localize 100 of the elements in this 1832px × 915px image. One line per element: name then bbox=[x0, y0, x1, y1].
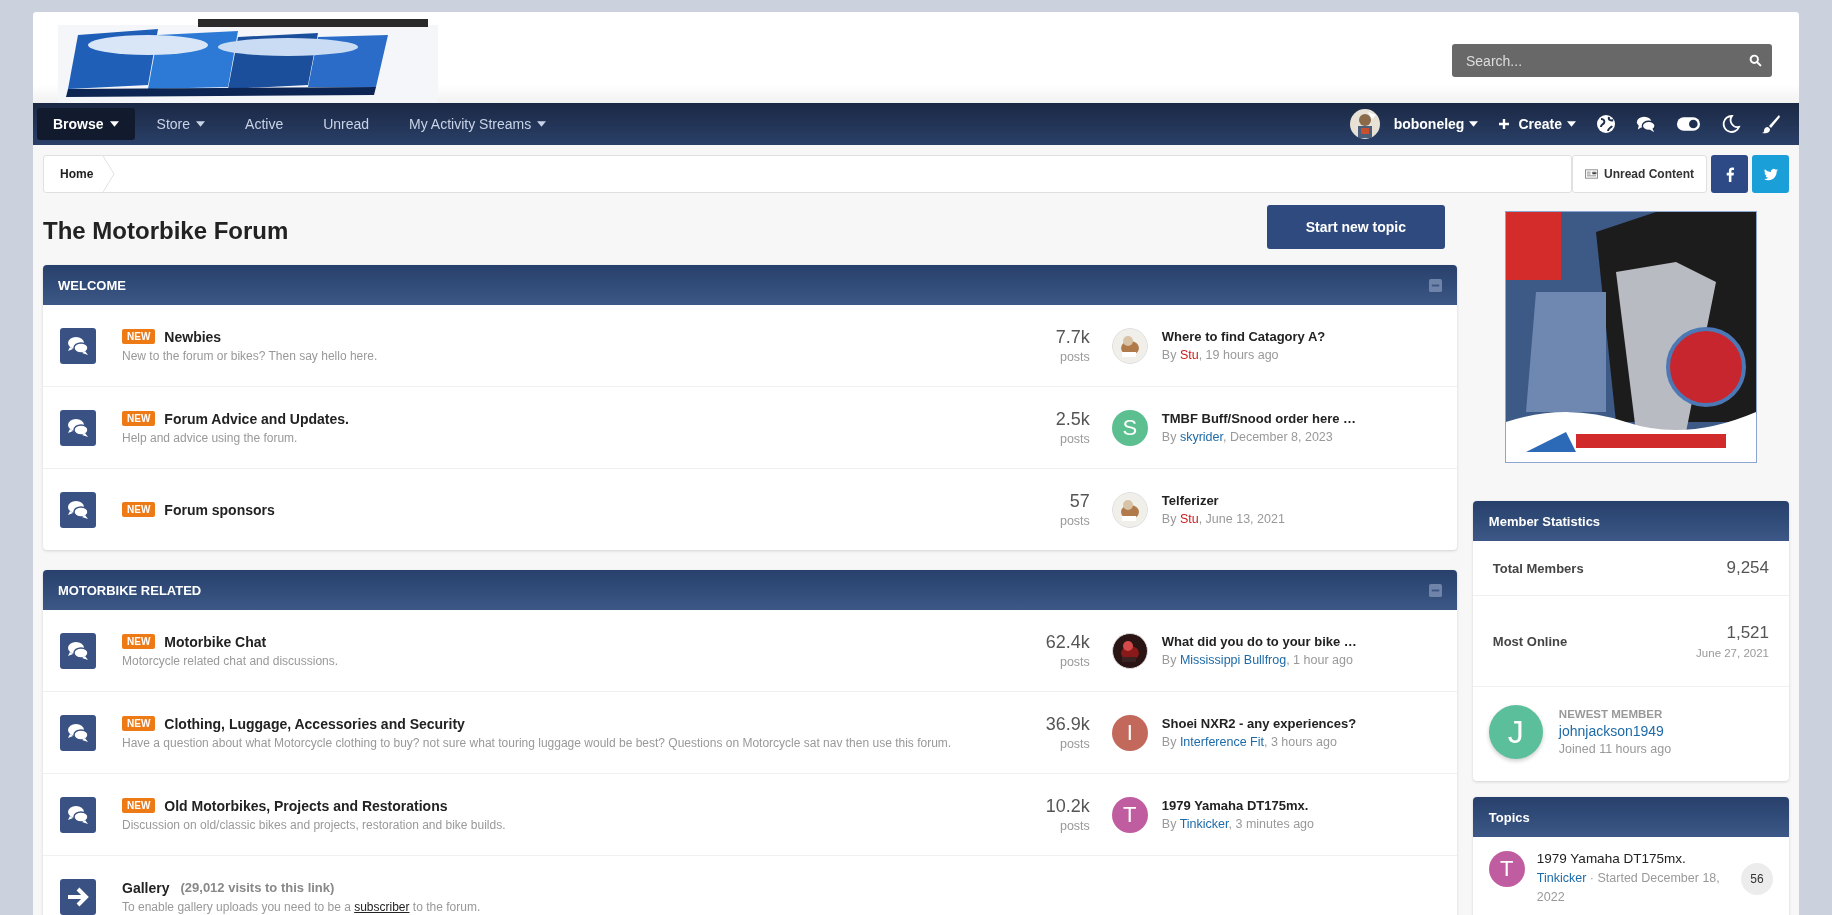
topic-link[interactable]: TMBF Buff/Snood order here … bbox=[1161, 411, 1357, 426]
stat-label: Total Members bbox=[1492, 560, 1584, 576]
post-label: posts bbox=[1059, 432, 1090, 446]
author-link[interactable]: Interference Fit bbox=[1179, 735, 1264, 749]
user-avatar[interactable]: I bbox=[1111, 714, 1148, 751]
category-title: MOTORBIKE RELATED bbox=[58, 582, 202, 598]
forum-link[interactable]: Clothing, Luggage, Accessories and Security bbox=[164, 715, 465, 732]
forum-link[interactable]: Forum Advice and Updates. bbox=[164, 410, 349, 427]
plus-icon bbox=[1498, 118, 1511, 130]
post-count: 10.2k bbox=[1045, 796, 1090, 817]
topic-link[interactable]: 1979 Yamaha DT175mx. bbox=[1161, 798, 1314, 813]
moon-icon[interactable] bbox=[1721, 114, 1741, 134]
forum-link[interactable]: Forum sponsors bbox=[164, 501, 275, 518]
caret-icon bbox=[1469, 121, 1479, 127]
widget-title: Topics bbox=[1488, 809, 1530, 825]
user-menu[interactable]: boboneleg bbox=[1393, 116, 1479, 132]
post-label: posts bbox=[1059, 655, 1090, 669]
chat-icon bbox=[60, 409, 96, 446]
post-meta: By Mississippi Bullfrog, 1 hour ago bbox=[1161, 653, 1354, 667]
chat-icon bbox=[60, 632, 96, 669]
forum-description: Have a question about what Motorcycle clothing to buy? not sure what touring luggage would be best? Questions on Motorcycle sat nav then use this forum. bbox=[122, 735, 953, 750]
chat-icon bbox=[60, 796, 96, 833]
new-badge: NEW bbox=[122, 798, 156, 813]
search-field[interactable]: Search... bbox=[1452, 44, 1772, 77]
forum-link[interactable]: Newbies bbox=[164, 328, 222, 345]
new-badge: NEW bbox=[122, 716, 156, 731]
toggle-icon[interactable] bbox=[1676, 114, 1701, 134]
user-avatar[interactable]: T bbox=[1488, 851, 1525, 887]
chat-icon bbox=[60, 327, 96, 364]
breadcrumb-link[interactable]: Home bbox=[44, 167, 98, 181]
nav-tab[interactable]: My Activity Streams bbox=[391, 108, 565, 140]
user-avatar[interactable]: T bbox=[1111, 796, 1148, 833]
author-link[interactable]: Tinkicker bbox=[1536, 871, 1587, 885]
unread-content-link[interactable]: Unread Content bbox=[1572, 155, 1707, 193]
post-label: posts bbox=[1059, 819, 1090, 833]
post-count: 2.5k bbox=[1055, 409, 1090, 430]
visit-count: (29,012 visits to this link) bbox=[180, 880, 335, 895]
nav-tab[interactable]: Store bbox=[138, 108, 224, 140]
stat-value: 9,254 bbox=[1726, 558, 1769, 578]
forum-description: New to the forum or bikes? Then say hello here. bbox=[122, 348, 379, 363]
member-link[interactable]: johnjackson1949 bbox=[1558, 723, 1672, 739]
widget-title: Member Statistics bbox=[1488, 513, 1601, 529]
chat-icon bbox=[60, 491, 96, 528]
newest-member-label: NEWEST MEMBER bbox=[1558, 708, 1664, 720]
post-count: 57 bbox=[1069, 491, 1090, 512]
brush-icon[interactable] bbox=[1761, 114, 1781, 134]
topic-link[interactable]: Where to find Catagory A? bbox=[1161, 329, 1326, 344]
facebook-button[interactable] bbox=[1711, 155, 1748, 193]
caret-icon bbox=[1567, 121, 1576, 127]
author-link[interactable]: Stu bbox=[1179, 348, 1199, 362]
create-menu[interactable]: Create bbox=[1498, 116, 1576, 132]
topic-link[interactable]: Shoei NXR2 - any experiences? bbox=[1161, 716, 1357, 731]
stat-date: June 27, 2021 bbox=[1696, 647, 1769, 659]
new-badge: NEW bbox=[122, 634, 156, 649]
forum-link[interactable]: Old Motorbikes, Projects and Restorations bbox=[164, 797, 448, 814]
post-meta: By Stu, 19 hours ago bbox=[1161, 348, 1280, 362]
join-time: Joined 11 hours ago bbox=[1558, 742, 1672, 756]
topic-link[interactable]: What did you do to your bike … bbox=[1161, 634, 1357, 649]
post-label: posts bbox=[1059, 350, 1090, 364]
collapse-icon[interactable] bbox=[1428, 278, 1442, 292]
globe-icon[interactable] bbox=[1596, 114, 1616, 134]
topic-meta: Tinkicker · Started December 18, 2022 bbox=[1536, 870, 1721, 906]
post-count: 7.7k bbox=[1055, 327, 1090, 348]
forum-link[interactable]: Gallery bbox=[122, 879, 170, 896]
topic-link[interactable]: Telferizer bbox=[1161, 493, 1285, 508]
post-meta: By Tinkicker, 3 minutes ago bbox=[1161, 817, 1314, 831]
author-link[interactable]: skyrider bbox=[1179, 430, 1223, 444]
nav-tab[interactable]: Browse bbox=[37, 108, 135, 140]
post-meta: By skyrider, December 8, 2023 bbox=[1161, 430, 1334, 444]
post-meta: By Interference Fit, 3 hours ago bbox=[1161, 735, 1338, 749]
stat-label: Most Online bbox=[1492, 633, 1568, 649]
post-label: posts bbox=[1059, 737, 1090, 751]
new-badge: NEW bbox=[122, 329, 156, 344]
post-meta: By Stu, June 13, 2021 bbox=[1161, 512, 1285, 526]
post-count: 62.4k bbox=[1045, 632, 1090, 653]
new-badge: NEW bbox=[122, 411, 156, 426]
forum-description: Discussion on old/classic bikes and projects, restoration and bike builds. bbox=[122, 817, 507, 832]
forum-description: To enable gallery uploads you need to be a subscriber to the forum. bbox=[122, 899, 482, 914]
author-link[interactable]: Tinkicker bbox=[1179, 817, 1229, 831]
newspaper-icon bbox=[1585, 169, 1598, 179]
twitter-icon bbox=[1763, 166, 1778, 182]
forum-description: Motorcycle related chat and discussions. bbox=[122, 653, 340, 668]
forum-description: Help and advice using the forum. bbox=[122, 430, 299, 445]
post-label: posts bbox=[1059, 514, 1090, 528]
author-link[interactable]: Stu bbox=[1179, 512, 1199, 526]
page-title: The Motorbike Forum bbox=[43, 216, 289, 245]
chat-icon bbox=[60, 714, 96, 751]
collapse-icon[interactable] bbox=[1428, 583, 1442, 597]
subscriber-link[interactable]: subscriber bbox=[354, 899, 410, 914]
search-icon bbox=[1749, 54, 1762, 67]
chat-icon[interactable] bbox=[1636, 114, 1656, 134]
forum-link[interactable]: Motorbike Chat bbox=[164, 633, 267, 650]
topic-link[interactable]: 1979 Yamaha DT175mx. bbox=[1536, 851, 1741, 866]
nav-tab[interactable]: Unread bbox=[305, 108, 388, 140]
stat-value: 1,521 bbox=[1726, 623, 1769, 643]
start-topic-button[interactable]: Start new topic bbox=[1266, 205, 1445, 249]
category-title: WELCOME bbox=[58, 277, 126, 293]
reply-count: 56 bbox=[1741, 863, 1773, 895]
nav-tab[interactable]: Active bbox=[227, 108, 302, 140]
post-count: 36.9k bbox=[1045, 714, 1090, 735]
